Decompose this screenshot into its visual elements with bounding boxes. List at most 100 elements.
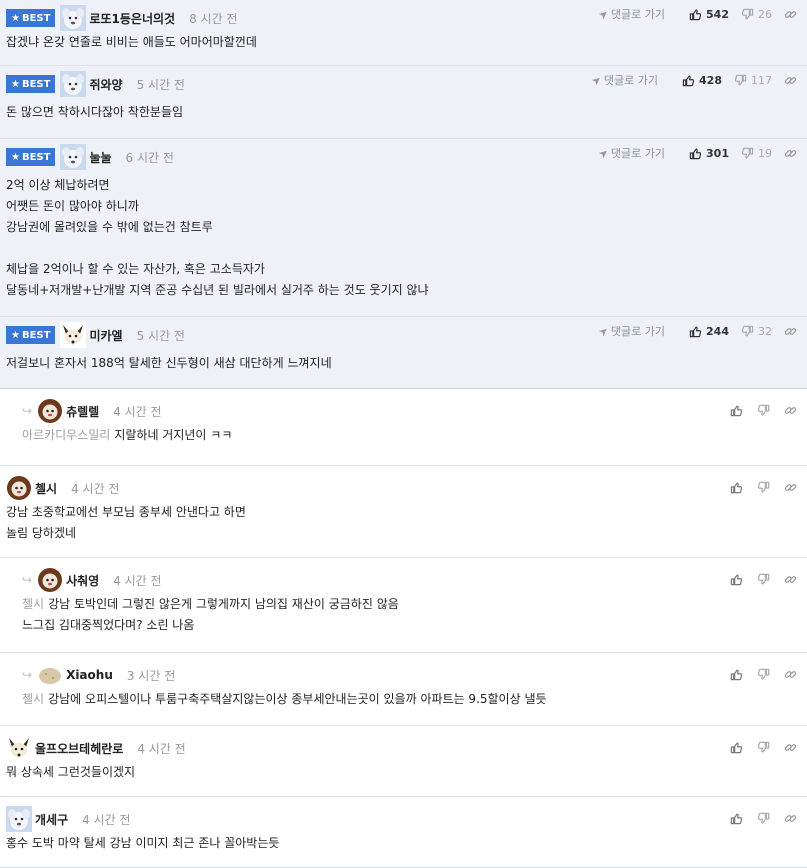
thumbs-down-icon (741, 325, 754, 338)
thumbs-up-icon (689, 325, 702, 338)
comment-text: 2억 이상 체납하려면 (6, 178, 110, 192)
upvote-button[interactable]: 244 (689, 325, 729, 338)
avatar[interactable] (60, 144, 87, 170)
timestamp: 3 시간 전 (126, 668, 176, 683)
mention-link[interactable]: 첼시 (22, 597, 44, 611)
goto-reply-link[interactable]: ➤ 댓글로 가기 (596, 6, 666, 22)
goto-reply-label: 댓글로 가기 (610, 8, 666, 21)
best-badge: ★ BEST (6, 75, 56, 93)
link-icon (784, 668, 797, 681)
avatar[interactable] (37, 398, 64, 424)
comment-text: 지랄하네 거지년이 ㅋㅋ (114, 428, 233, 442)
comment-line: 아르카디우스밀리 지랄하네 거지년이 ㅋㅋ (22, 425, 232, 446)
thumbs-down-icon (734, 74, 747, 87)
downvote-button[interactable] (757, 668, 770, 681)
nickname[interactable]: 개세구 (35, 811, 68, 828)
thumbs-up-icon (730, 812, 743, 825)
link-icon (784, 404, 797, 417)
reply-comment: ↪ Xiaohu 3 시간 전 첼시 강남에 오피스텔이나 투룸구축주택살지않는이상 종… (0, 653, 807, 726)
comment-text: 저걸보니 혼자서 188억 탈세한 신두형이 새삼 대단하게 느껴지네 (6, 356, 332, 370)
goto-reply-label: 댓글로 가기 (610, 325, 666, 338)
goto-reply-link[interactable]: ➤ 댓글로 가기 (596, 145, 665, 161)
downvote-button[interactable]: 26 (741, 8, 772, 21)
comment-line: 체납을 2억이나 할 수 있는 자산가, 혹은 고소득자가 (6, 259, 429, 280)
downvote-button[interactable]: 117 (734, 74, 772, 87)
upvote-count: 428 (699, 73, 722, 87)
comment-text: 돈 많으면 착하시다잖아 착한분들임 (6, 105, 184, 119)
downvote-button[interactable]: 32 (741, 325, 772, 338)
thumbs-down-icon (757, 573, 770, 586)
comment: 개세구 4 시간 전 홍수 도박 마약 탈세 강남 이미지 최근 존나 꼴아박는듯 (0, 797, 807, 868)
mention-link[interactable]: 첼시 (22, 692, 44, 706)
share-link-button[interactable] (784, 812, 797, 825)
avatar[interactable] (6, 806, 32, 832)
link-icon (784, 481, 797, 494)
best-badge: ★ BEST (6, 326, 56, 344)
share-link-button[interactable] (784, 8, 797, 21)
upvote-button[interactable] (730, 404, 743, 417)
avatar[interactable] (37, 662, 64, 688)
avatar[interactable] (37, 567, 64, 593)
nickname[interactable]: 로또1등은너의것 (89, 10, 175, 27)
nickname[interactable]: 쥐와양 (89, 76, 122, 93)
goto-reply-label: 댓글로 가기 (603, 74, 659, 87)
upvote-button[interactable] (730, 481, 743, 494)
comment-text: 달동네+저개발+난개발 지역 준공 수십년 된 빌라에서 실거주 하는 것도 웃… (6, 283, 429, 297)
avatar[interactable] (60, 71, 87, 97)
upvote-button[interactable] (730, 668, 743, 681)
comment-body: 첼시 강남 토박인데 그렇진 않은게 그렇게까지 남의집 재산이 궁금하진 않음 느… (22, 594, 399, 636)
upvote-button[interactable]: 301 (689, 147, 729, 160)
downvote-button[interactable] (757, 812, 770, 825)
nickname[interactable]: 미카엘 (89, 327, 122, 344)
share-link-button[interactable] (784, 325, 797, 338)
comment-actions: ➤ 댓글로 가기 244 32 (595, 317, 797, 345)
comment-actions (716, 473, 797, 501)
upvote-button[interactable] (730, 741, 743, 754)
upvote-button[interactable] (730, 812, 743, 825)
nickname[interactable]: 첼시 (35, 480, 57, 497)
avatar[interactable] (6, 735, 32, 761)
star-icon: ★ (11, 12, 20, 24)
goto-reply-link[interactable]: ➤ 댓글로 가기 (595, 323, 666, 339)
avatar[interactable] (60, 5, 87, 31)
upvote-count: 301 (706, 146, 729, 160)
downvote-button[interactable] (757, 481, 770, 494)
link-icon (784, 8, 797, 21)
nickname[interactable]: Xiaohu (66, 668, 113, 682)
share-link-button[interactable] (784, 573, 797, 586)
share-link-button[interactable] (784, 147, 797, 160)
downvote-button[interactable]: 19 (741, 147, 772, 160)
downvote-button[interactable] (757, 573, 770, 586)
share-link-button[interactable] (784, 668, 797, 681)
nickname[interactable]: 눌눌 (89, 149, 111, 166)
downvote-count: 19 (758, 146, 772, 160)
comment-header: ↪ 사춰영 4 시간 전 (22, 566, 162, 594)
share-link-button[interactable] (784, 481, 797, 494)
downvote-button[interactable] (757, 741, 770, 754)
share-link-button[interactable] (784, 404, 797, 417)
comment-body: 뭐 상속세 그런것들이겠지 (6, 762, 135, 783)
comment-body: 돈 많으면 착하시다잖아 착한분들임 (6, 102, 183, 123)
share-link-button[interactable] (784, 74, 797, 87)
comment-text: 어쨋든 돈이 많아야 하니까 (6, 199, 139, 213)
upvote-button[interactable]: 542 (689, 8, 729, 21)
avatar[interactable] (6, 475, 32, 501)
upvote-button[interactable]: 428 (682, 74, 722, 87)
timestamp: 4 시간 전 (113, 404, 162, 419)
comment-header: ★ BEST 쥐와양 5 시간 전 (6, 70, 185, 98)
timestamp: 4 시간 전 (137, 741, 186, 756)
nickname[interactable]: 츄렐렐 (66, 403, 99, 420)
nickname[interactable]: 사춰영 (66, 572, 99, 589)
avatar[interactable] (60, 322, 87, 348)
comment-actions (716, 565, 797, 593)
goto-reply-link[interactable]: ➤ 댓글로 가기 (588, 72, 659, 88)
best-comment: ★ BEST 눌눌 6 시간 전 ➤ 댓글로 가기 301 19 2억 이상 체납하려면 어쨋든 … (0, 139, 807, 317)
upvote-button[interactable] (730, 573, 743, 586)
link-icon (784, 812, 797, 825)
nickname[interactable]: 울프오브테헤란로 (35, 740, 123, 757)
mention-link[interactable]: 아르카디우스밀리 (22, 428, 110, 442)
share-link-button[interactable] (784, 741, 797, 754)
downvote-button[interactable] (757, 404, 770, 417)
send-icon: ➤ (595, 323, 612, 339)
send-icon: ➤ (588, 72, 605, 88)
